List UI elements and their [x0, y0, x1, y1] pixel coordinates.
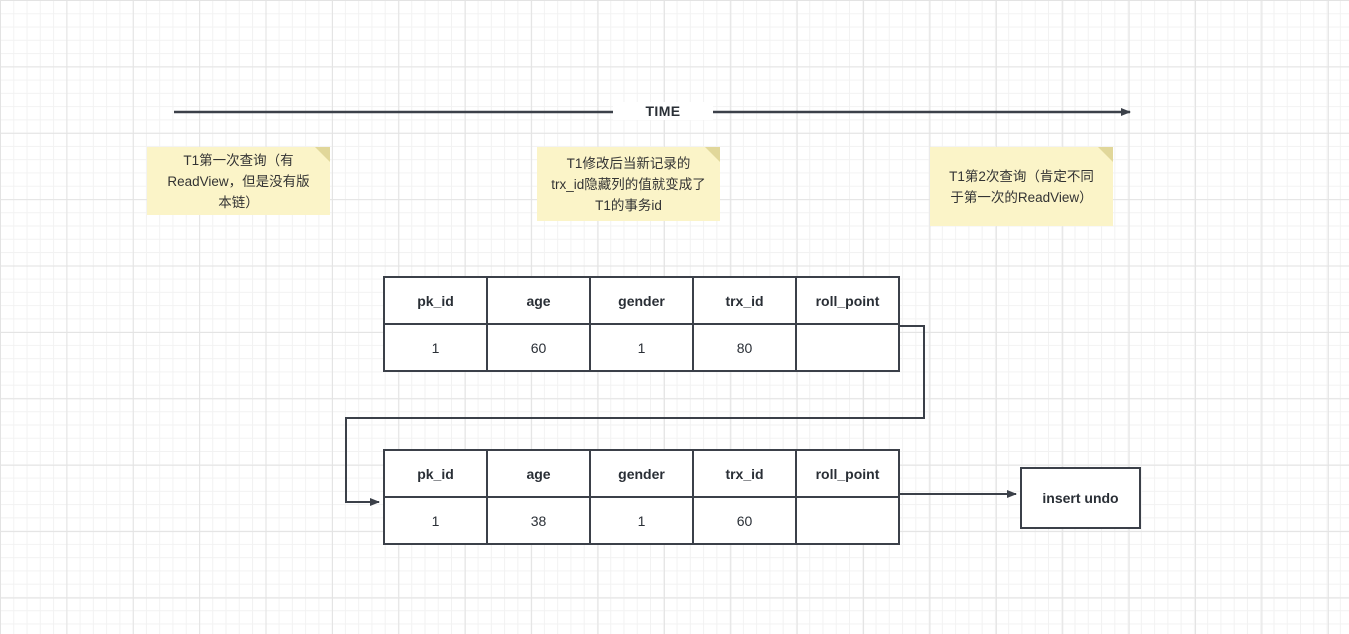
column-header-roll-point: roll_point — [795, 276, 900, 325]
record-table-current[interactable]: pk_id age gender trx_id roll_point 1 60 … — [383, 276, 900, 372]
cell-gender[interactable]: 1 — [589, 496, 694, 545]
time-axis-label: TIME — [613, 102, 713, 120]
table-header-row: pk_id age gender trx_id roll_point — [383, 276, 900, 325]
column-header-trx-id: trx_id — [692, 276, 797, 325]
column-header-roll-point: roll_point — [795, 449, 900, 498]
column-header-pk-id: pk_id — [383, 449, 488, 498]
sticky-note-first-query-text: T1第一次查询（有 ReadView，但是没有版 本链） — [167, 152, 310, 210]
table-row[interactable]: 1 38 1 60 — [383, 496, 900, 545]
cell-pk-id[interactable]: 1 — [383, 496, 488, 545]
sticky-note-after-update-text: T1修改后当新记录的 trx_id隐藏列的值就变成了 T1的事务id — [551, 155, 706, 213]
sticky-fold-corner-icon — [705, 147, 720, 162]
sticky-note-after-update[interactable]: T1修改后当新记录的 trx_id隐藏列的值就变成了 T1的事务id — [537, 147, 720, 221]
sticky-fold-corner-icon — [315, 147, 330, 162]
column-header-pk-id: pk_id — [383, 276, 488, 325]
cell-gender[interactable]: 1 — [589, 323, 694, 372]
cell-roll-point[interactable] — [795, 496, 900, 545]
table-header-row: pk_id age gender trx_id roll_point — [383, 449, 900, 498]
sticky-fold-corner-icon — [1098, 147, 1113, 162]
column-header-age: age — [486, 449, 591, 498]
cell-age[interactable]: 60 — [486, 323, 591, 372]
column-header-age: age — [486, 276, 591, 325]
column-header-trx-id: trx_id — [692, 449, 797, 498]
cell-age[interactable]: 38 — [486, 496, 591, 545]
insert-undo-label: insert undo — [1042, 490, 1119, 506]
sticky-note-second-query-text: T1第2次查询（肯定不同 于第一次的ReadView） — [949, 168, 1094, 205]
column-header-gender: gender — [589, 449, 694, 498]
sticky-note-second-query[interactable]: T1第2次查询（肯定不同 于第一次的ReadView） — [930, 147, 1113, 226]
cell-trx-id[interactable]: 80 — [692, 323, 797, 372]
cell-trx-id[interactable]: 60 — [692, 496, 797, 545]
column-header-gender: gender — [589, 276, 694, 325]
sticky-note-first-query[interactable]: T1第一次查询（有 ReadView，但是没有版 本链） — [147, 147, 330, 215]
record-table-previous-version[interactable]: pk_id age gender trx_id roll_point 1 38 … — [383, 449, 900, 545]
diagram-canvas[interactable]: TIME T1第一次查询（有 ReadView，但是没有版 本链） T1修改后当… — [0, 0, 1349, 634]
table-row[interactable]: 1 60 1 80 — [383, 323, 900, 372]
insert-undo-box[interactable]: insert undo — [1020, 467, 1141, 529]
cell-roll-point[interactable] — [795, 323, 900, 372]
cell-pk-id[interactable]: 1 — [383, 323, 488, 372]
